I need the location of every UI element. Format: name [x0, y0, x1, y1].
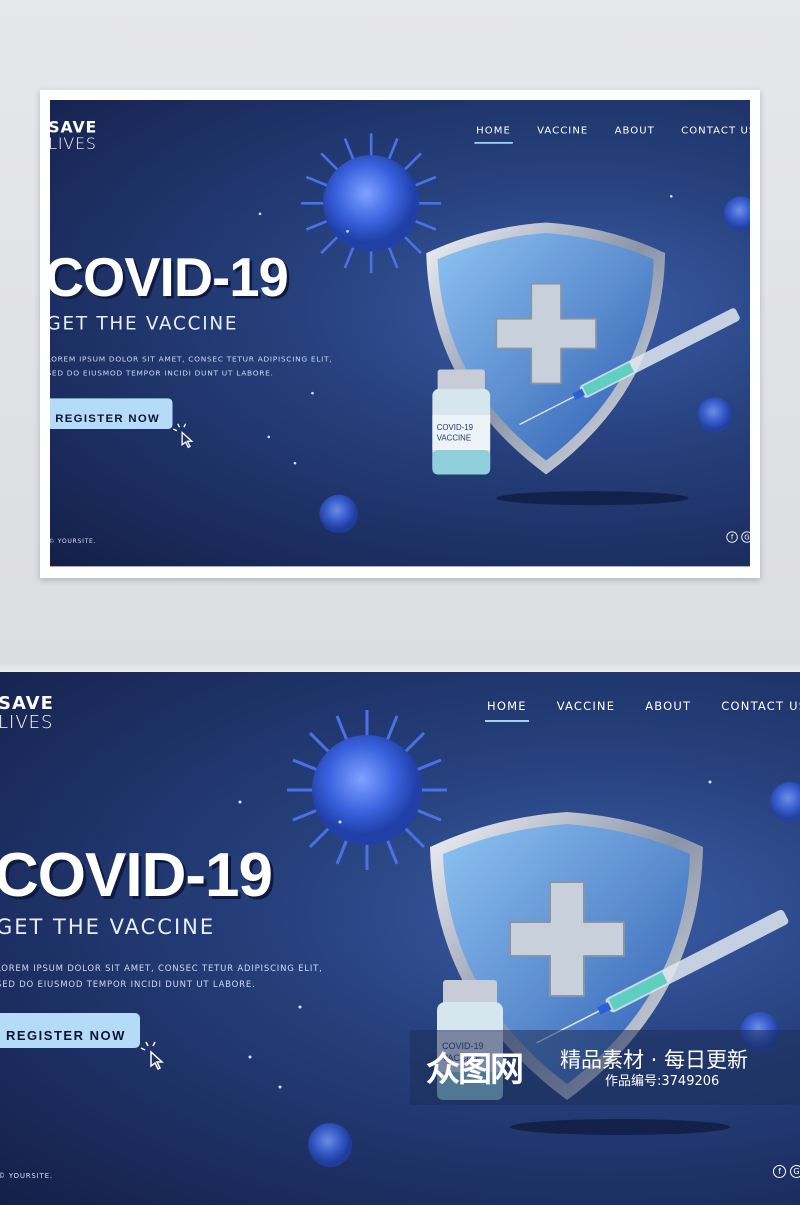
nav-about[interactable]: ABOUT: [615, 124, 655, 136]
google-icon[interactable]: G: [790, 1165, 800, 1178]
hero-subtitle: GET THE VACCINE: [0, 915, 216, 939]
hero-title: COVID-19: [0, 841, 273, 910]
facebook-icon[interactable]: f: [773, 1165, 786, 1178]
hero-description: LOREM IPSUM DOLOR SIT AMET, CONSEC TETUR…: [50, 355, 333, 379]
watermark-logo: 众图网: [426, 1050, 524, 1090]
site-logo[interactable]: SAVE LIVES: [50, 119, 97, 152]
nav-about[interactable]: ABOUT: [645, 699, 691, 713]
vial-label: COVID-19: [437, 423, 473, 432]
nav-contact[interactable]: CONTACT US: [721, 699, 800, 713]
site-logo[interactable]: SAVE LIVES: [0, 694, 54, 732]
preview-top: COVID-19 VACCINE SAVE LIVES HOME VACCINE …: [50, 100, 750, 567]
preview-bottom: COVID-19 VACCINE SAVELIVES HOME VACCINE …: [0, 672, 800, 1205]
watermark-id: 作品编号:3749206: [605, 1074, 720, 1089]
social-links: f G: [726, 531, 750, 543]
main-nav: HOME VACCINE ABOUT CONTACT US: [485, 699, 800, 722]
register-now-button[interactable]: REGISTER NOW: [0, 1013, 140, 1048]
hero-section: COVID-19 VACCINE SAVELIVES HOME VACCINE …: [0, 672, 800, 1205]
footer-copyright: © YOURSITE.: [50, 537, 97, 545]
hero-subtitle: GET THE VACCINE: [50, 312, 239, 334]
watermark: 众图网 精品素材 · 每日更新 作品编号:3749206: [410, 1030, 800, 1105]
hero-title: COVID-19: [50, 247, 289, 309]
nav-vaccine[interactable]: VACCINE: [537, 124, 588, 136]
google-icon[interactable]: G: [741, 531, 750, 543]
main-nav: HOME VACCINE ABOUT CONTACT US: [474, 124, 750, 144]
virus-icon: [287, 710, 447, 870]
hero-section: COVID-19 VACCINE SAVELIVES HOME VACCINE …: [50, 100, 750, 567]
nav-contact[interactable]: CONTACT US: [681, 124, 750, 136]
nav-home[interactable]: HOME: [485, 699, 529, 722]
mockup-frame: COVID-19 VACCINE SAVE LIVES HOME VACCINE …: [40, 90, 760, 578]
cursor-icon: [173, 423, 194, 449]
nav-home[interactable]: HOME: [474, 124, 513, 144]
nav-vaccine[interactable]: VACCINE: [557, 699, 616, 713]
cursor-icon: [140, 1041, 164, 1071]
register-now-button[interactable]: REGISTER NOW: [50, 398, 173, 429]
footer-copyright: © YOURSITE.: [0, 1172, 53, 1180]
social-links: f G: [773, 1165, 800, 1178]
vial-label: VACCINE: [437, 433, 471, 442]
hero-description: LOREM IPSUM DOLOR SIT AMET, CONSEC TETUR…: [0, 964, 323, 990]
facebook-icon[interactable]: f: [726, 531, 738, 543]
virus-icon: [301, 133, 442, 274]
